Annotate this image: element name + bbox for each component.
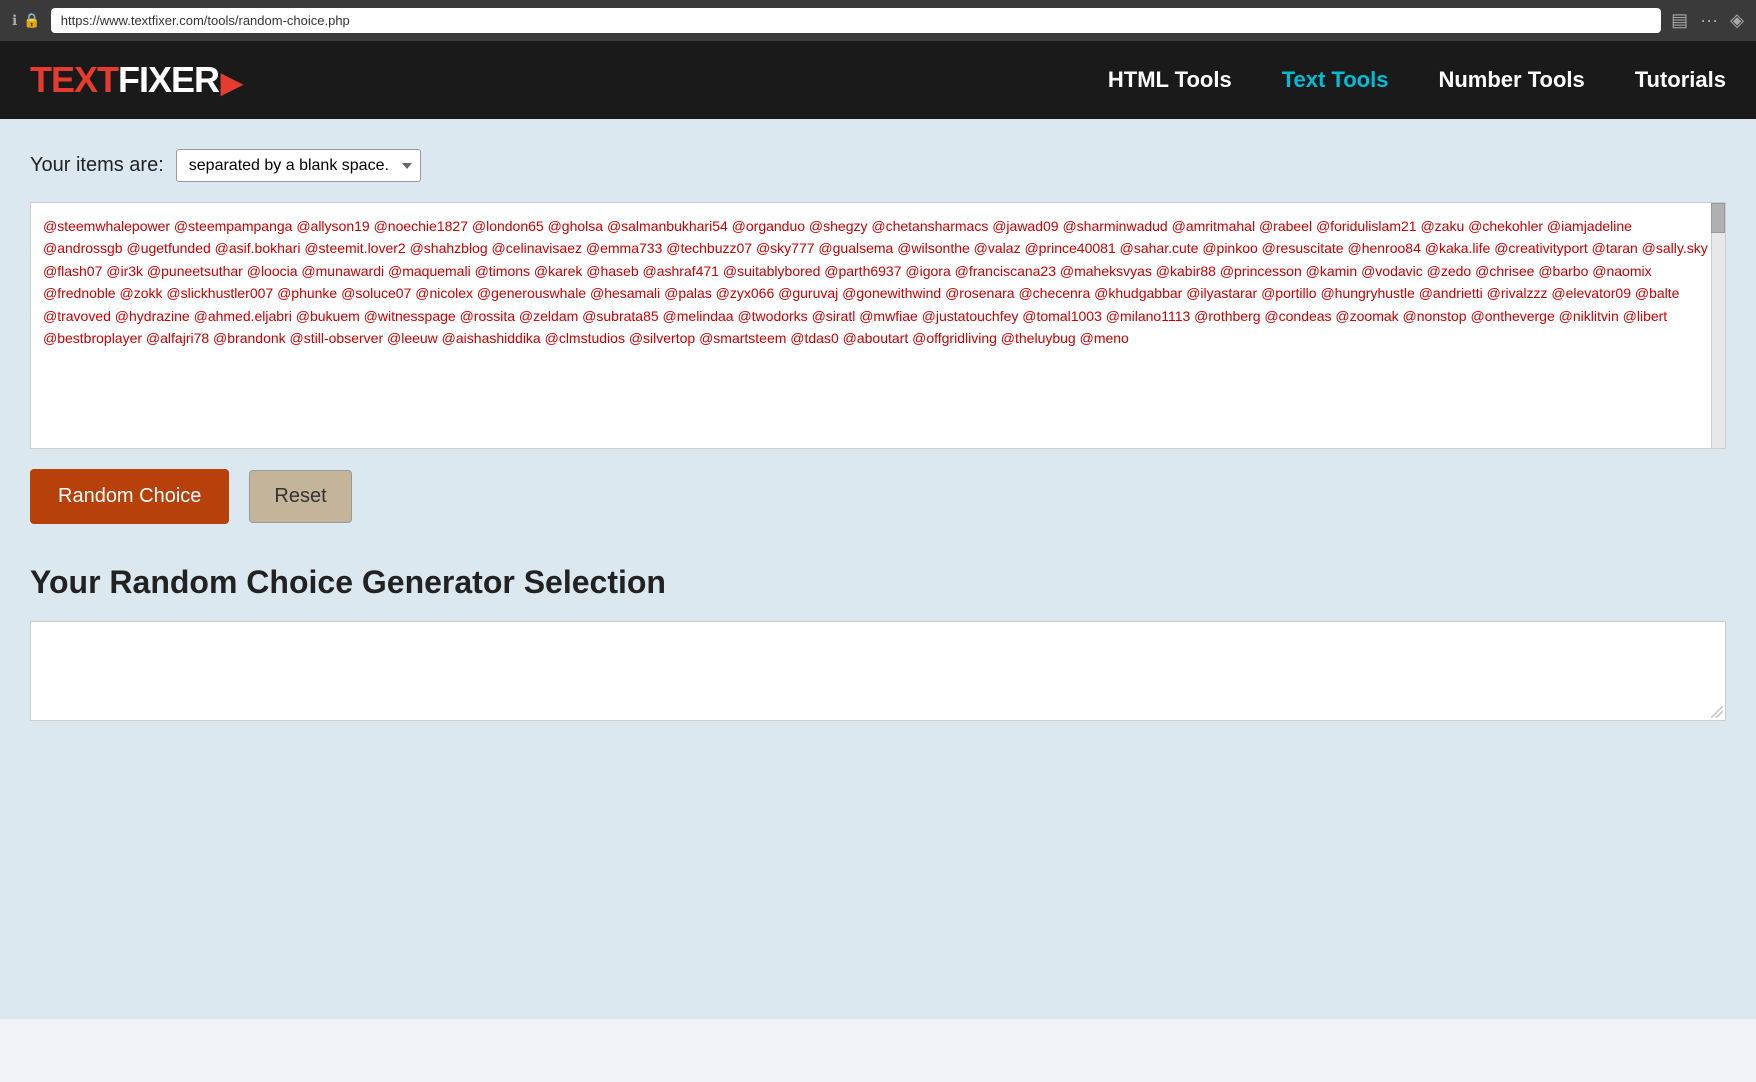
browser-icons: ℹ 🔒 <box>12 12 41 29</box>
lock-icon: 🔒 <box>23 12 40 29</box>
menu-icon: ··· <box>1700 10 1718 31</box>
separator-select[interactable]: separated by a blank space. separated by… <box>176 149 421 182</box>
result-heading: Your Random Choice Generator Selection <box>30 564 1726 601</box>
main-content: Your items are: separated by a blank spa… <box>0 119 1756 1019</box>
nav-html-tools[interactable]: HTML Tools <box>1108 67 1232 93</box>
reader-icon: ▤ <box>1671 10 1688 31</box>
site-header: TEXTFIXER▶ HTML Tools Text Tools Number … <box>0 41 1756 119</box>
result-box <box>30 621 1726 721</box>
url-text: https://www.textfixer.com/tools/random-c… <box>61 13 350 28</box>
buttons-row: Random Choice Reset <box>30 469 1726 524</box>
text-area-container <box>30 202 1726 449</box>
text-input[interactable] <box>31 203 1725 443</box>
scrollbar-track[interactable] <box>1711 203 1725 448</box>
nav-text-tools[interactable]: Text Tools <box>1282 67 1389 93</box>
nav-tutorials[interactable]: Tutorials <box>1635 67 1726 93</box>
main-nav: HTML Tools Text Tools Number Tools Tutor… <box>1108 67 1726 93</box>
reset-button[interactable]: Reset <box>249 470 351 523</box>
resize-handle[interactable] <box>1711 706 1723 718</box>
items-label: Your items are: <box>30 154 164 177</box>
random-choice-button[interactable]: Random Choice <box>30 469 229 524</box>
logo-fixer: FIXER <box>118 59 219 100</box>
logo[interactable]: TEXTFIXER▶ <box>30 59 242 101</box>
scrollbar-thumb[interactable] <box>1711 203 1725 233</box>
pocket-icon: ◈ <box>1730 10 1744 31</box>
nav-number-tools[interactable]: Number Tools <box>1438 67 1584 93</box>
items-row: Your items are: separated by a blank spa… <box>30 149 1726 182</box>
logo-text: TEXT <box>30 59 118 100</box>
logo-arrow: ▶ <box>221 67 242 98</box>
browser-controls: ▤ ··· ◈ <box>1671 10 1744 31</box>
url-bar[interactable]: https://www.textfixer.com/tools/random-c… <box>51 8 1661 33</box>
browser-bar: ℹ 🔒 https://www.textfixer.com/tools/rand… <box>0 0 1756 41</box>
info-icon: ℹ <box>12 12 17 29</box>
